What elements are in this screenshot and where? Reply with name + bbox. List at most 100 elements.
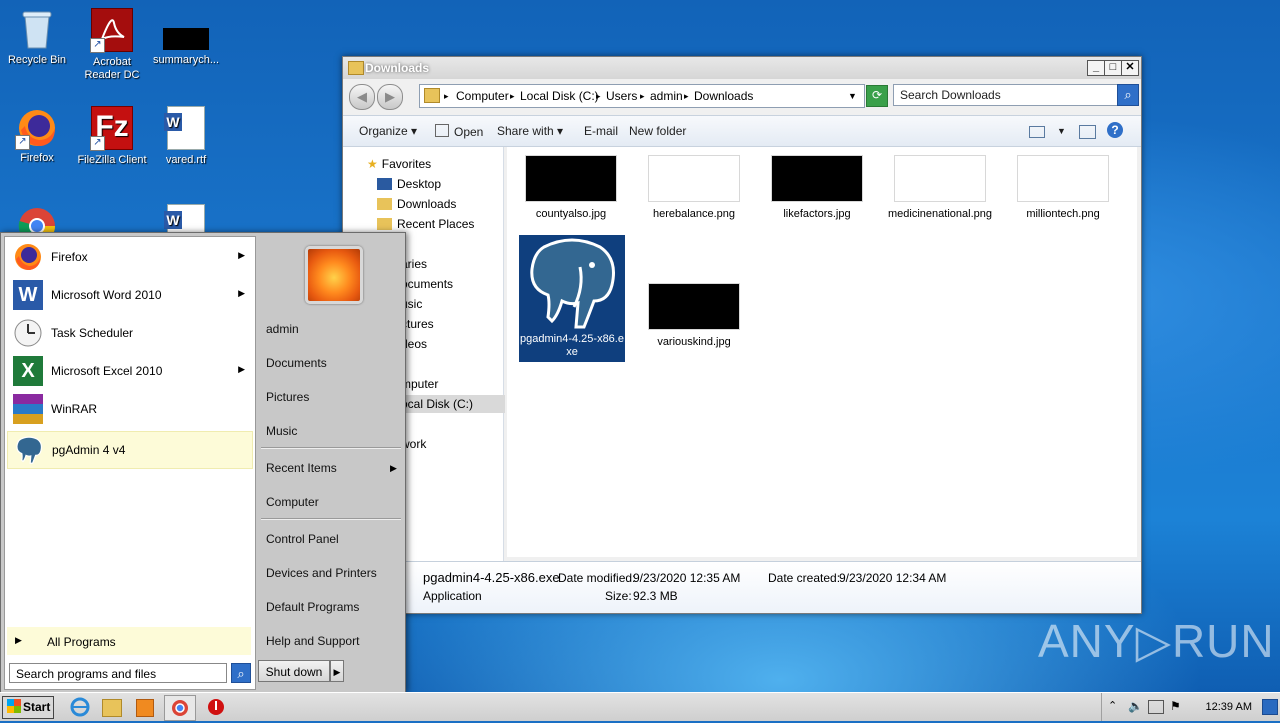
start-recent-items[interactable]: Recent Items bbox=[266, 461, 337, 475]
file-item[interactable]: medicinenational.png bbox=[884, 155, 996, 221]
all-programs-button[interactable]: ▶ All Programs bbox=[7, 627, 251, 655]
desktop-icon-summarych[interactable]: summarych... bbox=[149, 8, 223, 67]
start-search-input[interactable]: Search programs and files bbox=[9, 663, 227, 683]
shutdown-options-arrow-icon[interactable]: ▶ bbox=[330, 660, 344, 682]
start-control-panel[interactable]: Control Panel bbox=[266, 532, 339, 546]
network-icon[interactable] bbox=[1148, 700, 1164, 714]
file-item-selected[interactable]: pgadmin4-4.25-x86.exe bbox=[519, 235, 625, 362]
program-pgadmin[interactable]: pgAdmin 4 v4 bbox=[7, 431, 253, 469]
desktop-icon bbox=[377, 178, 392, 190]
start-admin[interactable]: admin bbox=[266, 322, 299, 336]
search-icon[interactable]: ⌕ bbox=[231, 663, 251, 683]
start-computer[interactable]: Computer bbox=[266, 495, 319, 509]
start-documents[interactable]: Documents bbox=[266, 356, 327, 370]
start-help-support[interactable]: Help and Support bbox=[266, 634, 359, 648]
nav-downloads[interactable]: Downloads bbox=[377, 197, 456, 211]
file-item[interactable]: likefactors.jpg bbox=[761, 155, 873, 221]
start-music[interactable]: Music bbox=[266, 424, 297, 438]
email-button[interactable]: E-mail bbox=[584, 124, 618, 138]
breadcrumb-computer[interactable]: Computer bbox=[456, 89, 509, 103]
program-winrar[interactable]: WinRAR bbox=[7, 391, 251, 427]
programs-pane: Firefox ▶ W Microsoft Word 2010 ▶ Task S… bbox=[4, 236, 256, 690]
shutdown-button[interactable]: Shut down bbox=[258, 660, 330, 682]
refresh-icon[interactable]: ⟳ bbox=[866, 85, 888, 107]
file-item[interactable]: variouskind.jpg bbox=[638, 283, 750, 349]
open-button[interactable]: Open bbox=[435, 124, 483, 139]
breadcrumb-users[interactable]: Users bbox=[606, 89, 637, 103]
start-menu[interactable]: Firefox ▶ W Microsoft Word 2010 ▶ Task S… bbox=[0, 232, 406, 693]
chrome-taskbar-button[interactable] bbox=[164, 695, 196, 721]
clock-icon bbox=[13, 318, 43, 348]
show-hidden-icons-icon[interactable]: ⌃ bbox=[1108, 699, 1117, 712]
file-explorer-icon[interactable] bbox=[102, 699, 122, 717]
program-excel[interactable]: X Microsoft Excel 2010 ▶ bbox=[7, 353, 251, 389]
organize-button[interactable]: Organize ▾ bbox=[359, 124, 417, 138]
start-devices-printers[interactable]: Devices and Printers bbox=[266, 566, 377, 580]
nav-computer[interactable]: mputer bbox=[401, 377, 438, 391]
nav-local-disk[interactable]: ocal Disk (C:) bbox=[397, 395, 505, 413]
desktop-icon-filezilla[interactable]: Fz ↗ FileZilla Client bbox=[75, 106, 149, 167]
image-thumbnail bbox=[1017, 155, 1109, 202]
title-bar[interactable]: Downloads _ □ ✕ bbox=[343, 57, 1141, 79]
search-icon[interactable]: ⌕ bbox=[1117, 84, 1139, 106]
file-name: likefactors.jpg bbox=[783, 208, 851, 220]
back-button[interactable]: ◀ bbox=[349, 84, 375, 110]
recycle-bin-icon bbox=[17, 8, 57, 50]
explorer-window[interactable]: Downloads _ □ ✕ ◀ ▶ ▸ Computer ▸ Local D… bbox=[342, 56, 1142, 614]
action-center-flag-icon[interactable]: ⚑ bbox=[1170, 699, 1181, 713]
submenu-arrow-icon: ▶ bbox=[238, 364, 245, 374]
close-button[interactable]: ✕ bbox=[1121, 60, 1139, 76]
details-date-modified-label: Date modified: bbox=[558, 571, 636, 585]
show-desktop-icon[interactable] bbox=[1262, 699, 1278, 715]
minimize-button[interactable]: _ bbox=[1087, 60, 1105, 76]
details-type: Application bbox=[423, 589, 482, 603]
program-task-scheduler[interactable]: Task Scheduler bbox=[7, 315, 251, 351]
file-item[interactable]: milliontech.png bbox=[1007, 155, 1119, 221]
start-button[interactable]: Start bbox=[2, 696, 54, 719]
nav-recent-places[interactable]: Recent Places bbox=[377, 217, 474, 231]
shortcut-arrow-icon: ↗ bbox=[90, 136, 105, 151]
file-name: milliontech.png bbox=[1026, 208, 1100, 220]
share-with-button[interactable]: Share with ▾ bbox=[497, 124, 563, 138]
program-firefox[interactable]: Firefox ▶ bbox=[7, 239, 251, 275]
new-folder-button[interactable]: New folder bbox=[629, 124, 686, 138]
taskbar: Start ⌃ 🔈 ⚑ 12:39 AM bbox=[0, 692, 1280, 721]
desktop-icon-recycle-bin[interactable]: Recycle Bin bbox=[0, 8, 74, 67]
forward-button[interactable]: ▶ bbox=[377, 84, 403, 110]
image-thumbnail bbox=[894, 155, 986, 202]
help-icon[interactable]: ? bbox=[1107, 122, 1123, 138]
volume-icon[interactable]: 🔈 bbox=[1128, 699, 1143, 713]
view-dropdown-icon[interactable]: ▼ bbox=[1057, 126, 1066, 136]
search-input[interactable]: Search Downloads bbox=[893, 84, 1121, 106]
nav-favorites[interactable]: ★ Favorites bbox=[367, 157, 431, 171]
file-list: countyalso.jpg herebalance.png likefacto… bbox=[507, 147, 1137, 557]
maximize-button[interactable]: □ bbox=[1104, 60, 1122, 76]
program-word[interactable]: W Microsoft Word 2010 ▶ bbox=[7, 277, 251, 313]
media-player-icon[interactable] bbox=[136, 699, 154, 717]
start-pictures[interactable]: Pictures bbox=[266, 390, 309, 404]
chevron-right-icon: ▸ bbox=[596, 91, 601, 101]
nav-documents[interactable]: ocuments bbox=[401, 277, 453, 291]
view-icon[interactable] bbox=[1029, 126, 1045, 138]
desktop-icon-vared-rtf[interactable]: W vared.rtf bbox=[149, 106, 223, 167]
breadcrumb-downloads[interactable]: Downloads bbox=[694, 89, 753, 103]
image-thumbnail bbox=[771, 155, 863, 202]
start-menu-right-pane: admin Documents Pictures Music Recent It… bbox=[257, 236, 402, 688]
file-item[interactable]: countyalso.jpg bbox=[515, 155, 627, 221]
dropdown-arrow-icon[interactable]: ▼ bbox=[848, 91, 857, 101]
breadcrumb-local-disk[interactable]: Local Disk (C:) bbox=[520, 89, 599, 103]
submenu-arrow-icon: ▶ bbox=[238, 250, 245, 260]
user-picture[interactable] bbox=[305, 246, 363, 304]
address-bar-row: ◀ ▶ ▸ Computer ▸ Local Disk (C:) ▸ Users… bbox=[343, 81, 1141, 111]
preview-pane-icon[interactable] bbox=[1079, 125, 1096, 139]
internet-explorer-icon[interactable] bbox=[70, 697, 90, 717]
desktop-icon-acrobat[interactable]: ↗ Acrobat Reader DC bbox=[75, 8, 149, 82]
desktop-icon-firefox[interactable]: ↗ Firefox bbox=[0, 106, 74, 165]
clock[interactable]: 12:39 AM bbox=[1206, 701, 1252, 713]
breadcrumb-admin[interactable]: admin bbox=[650, 89, 683, 103]
address-bar[interactable]: ▸ Computer ▸ Local Disk (C:) ▸ Users ▸ a… bbox=[419, 84, 865, 108]
start-default-programs[interactable]: Default Programs bbox=[266, 600, 359, 614]
stop-icon[interactable] bbox=[206, 697, 226, 717]
nav-desktop[interactable]: Desktop bbox=[377, 177, 441, 191]
file-item[interactable]: herebalance.png bbox=[638, 155, 750, 221]
